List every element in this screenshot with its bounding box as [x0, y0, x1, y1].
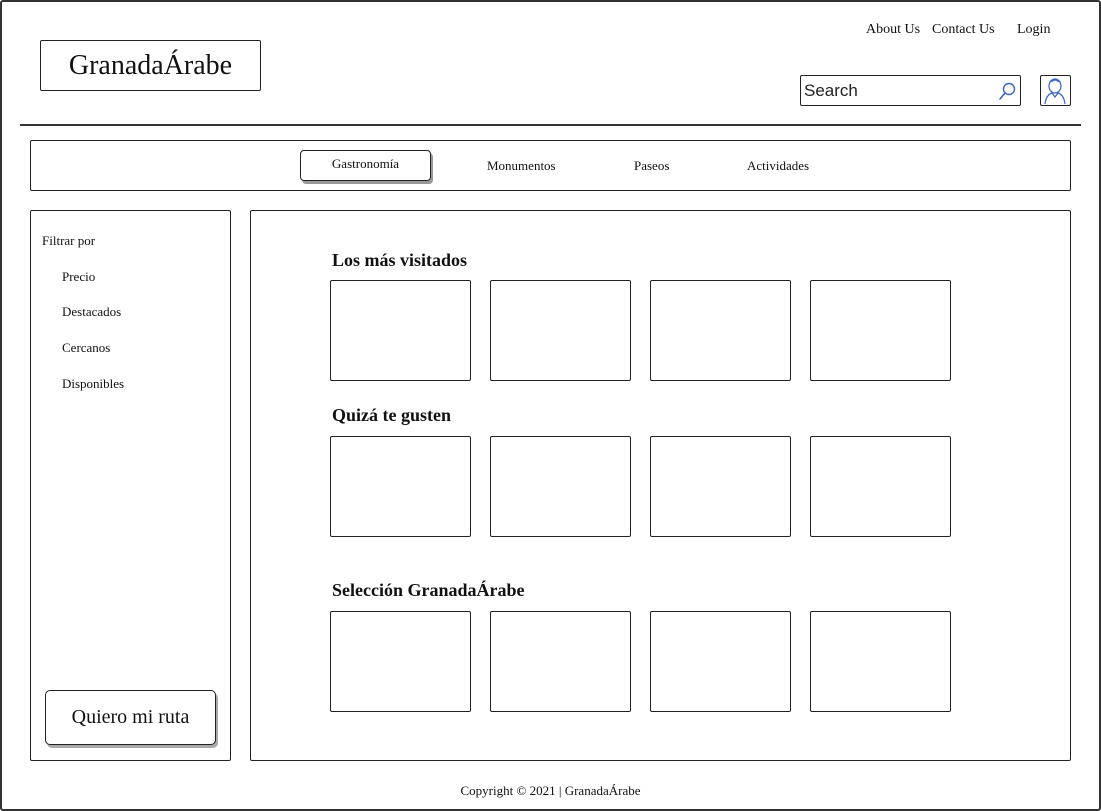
header-divider	[20, 124, 1081, 126]
filter-precio[interactable]: Precio	[62, 269, 95, 285]
content-card[interactable]	[810, 436, 951, 537]
content-card[interactable]	[490, 611, 631, 712]
footer-copyright: Copyright © 2021 | GranadaÁrabe	[460, 783, 641, 798]
section-title-most-visited: Los más visitados	[332, 250, 468, 270]
route-button[interactable]: Quiero mi ruta	[45, 690, 216, 745]
content-card[interactable]	[330, 436, 471, 537]
section-title-you-may-like: Quizá te gusten	[332, 405, 451, 425]
filter-destacados[interactable]: Destacados	[62, 304, 121, 320]
filter-cercanos[interactable]: Cercanos	[62, 340, 110, 356]
content-card[interactable]	[330, 280, 471, 381]
filter-sidebar	[30, 210, 231, 761]
contact-us-link[interactable]: Contact Us	[932, 22, 995, 38]
content-card[interactable]	[650, 611, 791, 712]
content-card[interactable]	[810, 280, 951, 381]
search-icon[interactable]	[997, 81, 1017, 101]
avatar-figure	[1044, 78, 1066, 105]
tab-actividades[interactable]: Actividades	[747, 158, 809, 174]
content-card[interactable]	[650, 280, 791, 381]
login-link[interactable]: Login	[1017, 22, 1050, 38]
tab-gastronomia[interactable]: Gastronomía	[300, 150, 431, 181]
search-input[interactable]	[804, 79, 989, 103]
content-card[interactable]	[330, 611, 471, 712]
filter-title: Filtrar por	[42, 233, 96, 248]
filter-disponibles[interactable]: Disponibles	[62, 376, 124, 392]
content-card[interactable]	[650, 436, 791, 537]
about-us-link[interactable]: About Us	[866, 22, 920, 38]
content-card[interactable]	[490, 280, 631, 381]
search-box	[800, 75, 1021, 106]
content-card[interactable]	[490, 436, 631, 537]
tab-monumentos[interactable]: Monumentos	[487, 158, 556, 174]
section-title-selection: Selección GranadaÁrabe	[332, 580, 525, 600]
user-avatar-icon[interactable]	[1040, 75, 1071, 106]
content-card[interactable]	[810, 611, 951, 712]
tab-paseos[interactable]: Paseos	[634, 158, 669, 174]
logo[interactable]: GranadaÁrabe	[40, 40, 261, 91]
